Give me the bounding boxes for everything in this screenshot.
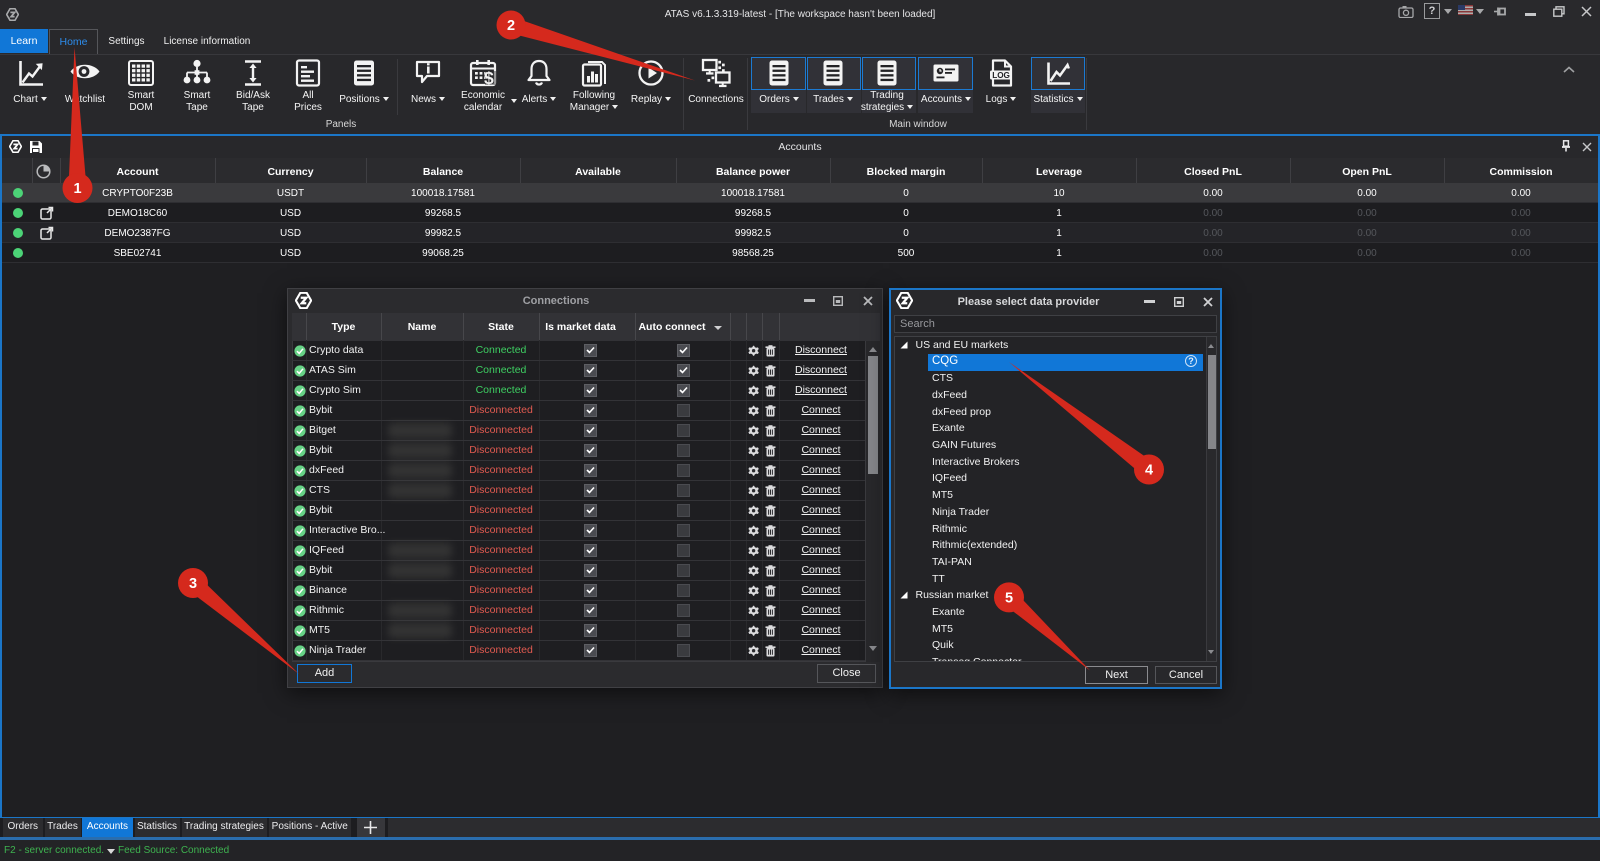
svg-text:$: $: [484, 68, 494, 88]
svg-text:LOG: LOG: [992, 71, 1010, 80]
